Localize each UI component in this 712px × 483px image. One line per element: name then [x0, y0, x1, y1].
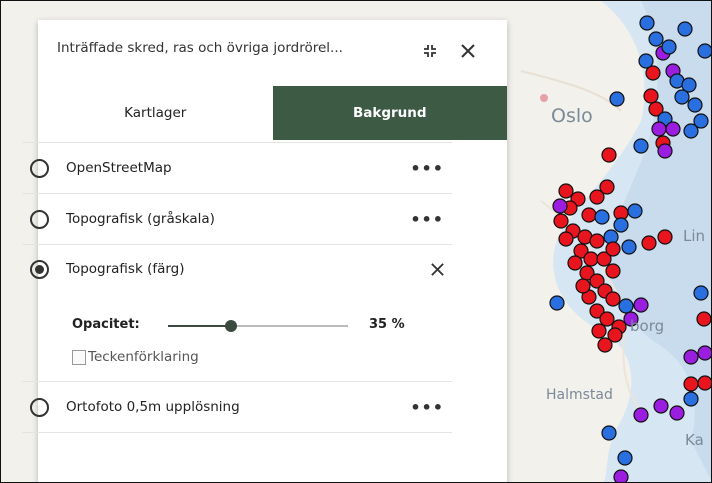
map-label-halmstad: Halmstad	[546, 387, 613, 403]
layer-item-topografisk-farg[interactable]: Topografisk (färg) Opacitet: 35 % Tecken…	[22, 244, 452, 381]
layer-label: Topografisk (färg)	[66, 261, 185, 277]
landslide-marker[interactable]	[575, 278, 591, 294]
opacity-slider[interactable]	[168, 320, 348, 332]
landslide-marker[interactable]	[609, 91, 625, 107]
landslide-marker[interactable]	[641, 235, 657, 251]
landslide-marker[interactable]	[633, 407, 649, 423]
more-options-icon[interactable]: •••	[410, 398, 444, 417]
legend-image: Teckenförklaring	[72, 349, 199, 365]
landslide-marker[interactable]	[552, 198, 568, 214]
opacity-slider-fill	[168, 325, 231, 327]
landslide-marker[interactable]	[643, 88, 659, 104]
landslide-marker[interactable]	[697, 345, 712, 361]
legend-alt-text: Teckenförklaring	[88, 349, 199, 365]
collapse-arrows-icon	[424, 45, 436, 57]
map-frame: Oslo Lin borg Halmstad Ka Inträffade skr…	[0, 0, 712, 483]
landslide-marker[interactable]	[567, 255, 583, 271]
landslide-marker[interactable]	[677, 21, 693, 37]
landslide-marker[interactable]	[594, 209, 610, 225]
landslide-marker[interactable]	[549, 295, 565, 311]
landslide-marker[interactable]	[669, 405, 685, 421]
landslide-marker[interactable]	[683, 376, 699, 392]
landslide-marker[interactable]	[683, 349, 699, 365]
city-marker-oslo	[540, 94, 548, 102]
landslide-marker[interactable]	[597, 337, 613, 353]
landslide-marker[interactable]	[558, 231, 574, 247]
landslide-marker[interactable]	[639, 15, 655, 31]
landslide-marker[interactable]	[605, 263, 621, 279]
broken-image-icon	[72, 349, 86, 365]
layer-label: Ortofoto 0,5m upplösning	[66, 399, 240, 415]
layer-radio[interactable]	[30, 397, 49, 417]
landslide-marker[interactable]	[633, 297, 649, 313]
landslide-marker[interactable]	[696, 311, 711, 327]
tab-bakgrund[interactable]: Bakgrund	[272, 86, 507, 140]
landslide-marker[interactable]	[589, 233, 605, 249]
landslide-marker[interactable]	[638, 53, 654, 69]
landslide-marker[interactable]	[697, 43, 712, 59]
close-icon	[461, 44, 475, 58]
landslide-marker[interactable]	[697, 375, 712, 391]
landslide-marker[interactable]	[648, 31, 664, 47]
landslide-marker[interactable]	[621, 239, 637, 255]
tab-bar: Kartlager Bakgrund	[38, 86, 507, 140]
panel-header: Inträffade skred, ras och övriga jordrör…	[38, 20, 507, 87]
tab-kartlager[interactable]: Kartlager	[38, 86, 273, 140]
landslide-marker[interactable]	[605, 291, 621, 307]
landslide-marker[interactable]	[599, 179, 615, 195]
landslide-marker[interactable]	[657, 229, 673, 245]
close-button[interactable]	[457, 40, 479, 62]
landslide-marker[interactable]	[683, 391, 699, 407]
landslide-marker[interactable]	[601, 147, 617, 163]
layer-close-button[interactable]	[426, 258, 448, 280]
tab-label: Kartlager	[124, 105, 187, 121]
landslide-marker[interactable]	[601, 425, 617, 441]
landslide-marker[interactable]	[581, 207, 597, 223]
landslide-marker[interactable]	[591, 323, 607, 339]
landslide-marker[interactable]	[627, 203, 643, 219]
landslide-marker[interactable]	[617, 450, 633, 466]
close-icon	[430, 262, 444, 276]
layer-item-topografisk-graskala[interactable]: Topografisk (gråskala) •••	[22, 193, 452, 244]
landslide-marker[interactable]	[653, 398, 669, 414]
map-label-lin: Lin	[683, 227, 706, 245]
opacity-control: Opacitet: 35 %	[72, 316, 412, 336]
landslide-marker[interactable]	[558, 183, 574, 199]
opacity-value: 35 %	[369, 317, 405, 332]
layer-item-ortofoto[interactable]: Ortofoto 0,5m upplösning •••	[22, 381, 452, 433]
landslide-marker[interactable]	[693, 113, 709, 129]
map-label-ka: Ka	[685, 431, 704, 449]
layer-label: OpenStreetMap	[66, 160, 172, 176]
layer-radio[interactable]	[30, 158, 49, 178]
layer-radio[interactable]	[30, 209, 49, 229]
layer-item-openstreetmap[interactable]: OpenStreetMap •••	[22, 142, 452, 193]
background-layer-list: OpenStreetMap ••• Topografisk (gråskala)…	[22, 142, 452, 433]
landslide-marker[interactable]	[661, 39, 677, 55]
landslide-marker[interactable]	[651, 121, 667, 137]
layer-label: Topografisk (gråskala)	[66, 211, 215, 227]
landslide-marker[interactable]	[553, 213, 569, 229]
landslide-marker[interactable]	[583, 251, 599, 267]
landslide-marker[interactable]	[613, 469, 629, 483]
opacity-label: Opacitet:	[72, 317, 140, 332]
more-options-icon[interactable]: •••	[410, 159, 444, 178]
landslide-marker[interactable]	[674, 89, 690, 105]
landslide-marker[interactable]	[665, 121, 681, 137]
layer-radio-selected[interactable]	[30, 260, 49, 279]
landslide-marker[interactable]	[633, 138, 649, 154]
landslide-marker[interactable]	[618, 298, 634, 314]
landslide-marker[interactable]	[599, 311, 615, 327]
landslide-marker[interactable]	[657, 143, 673, 159]
landslide-marker[interactable]	[687, 97, 703, 113]
opacity-slider-handle[interactable]	[225, 320, 237, 332]
map-label-borg: borg	[630, 317, 665, 335]
more-options-icon[interactable]: •••	[410, 210, 444, 229]
panel-title: Inträffade skred, ras och övriga jordrör…	[57, 40, 343, 56]
landslide-marker[interactable]	[693, 285, 709, 301]
collapse-button[interactable]	[419, 40, 441, 62]
landslide-marker[interactable]	[613, 217, 629, 233]
landslide-marker[interactable]	[605, 241, 621, 257]
map-label-oslo: Oslo	[551, 105, 593, 127]
tab-label: Bakgrund	[352, 105, 427, 121]
